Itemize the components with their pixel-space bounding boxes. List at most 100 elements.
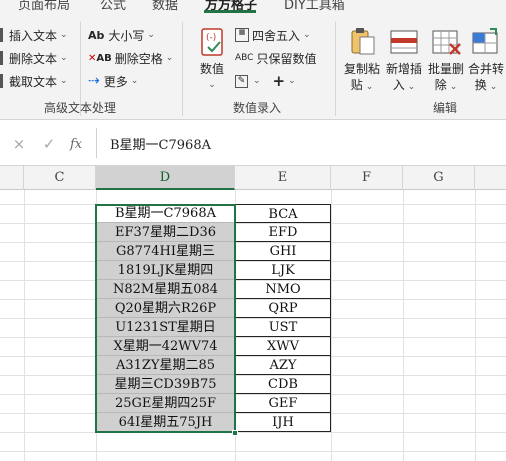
batch-delete-label-2: 除 [434, 78, 447, 92]
group-label-number-entry: 数值录入 [233, 101, 282, 115]
cell-e[interactable]: XWV [235, 337, 331, 356]
clipboard-icon [346, 26, 378, 58]
numeric-icon: (-) [196, 26, 228, 58]
spreadsheet-grid[interactable]: B星期一C7968A EF37星期二D36 G8774HI星期三 1819LJK星期四… [0, 190, 506, 461]
column-header-c[interactable]: C [24, 166, 96, 190]
batch-delete-icon [430, 26, 462, 58]
chevron-down-icon: ⌄ [449, 82, 458, 92]
cell-e[interactable]: UST [235, 318, 331, 337]
chevron-down-icon: ⌄ [407, 82, 416, 92]
chevron-down-icon: ⌄ [130, 76, 139, 86]
cell-e[interactable]: AZY [235, 356, 331, 375]
formula-bar-controls: × ✓ fx [0, 130, 96, 158]
keep-values-icon: ABC [235, 53, 254, 63]
grid-line [0, 432, 506, 433]
extract-text-label: 截取文本 [9, 74, 58, 89]
confirm-icon[interactable]: ✓ [38, 135, 60, 153]
insert-new-button[interactable]: 新增插 入 ⌄ [384, 26, 424, 95]
round-button[interactable]: ▦ 四舍五入 ⌄ [235, 26, 311, 44]
delete-text-button[interactable]: 删除文本 ⌄ [0, 49, 68, 67]
svg-text:(-): (-) [206, 33, 216, 43]
tab-data[interactable]: 数据 [152, 0, 178, 13]
group-label-advanced-text: 高级文本处理 [44, 101, 117, 115]
numeric-label: 数值 [199, 62, 224, 76]
remove-spaces-label: 删除空格 [114, 51, 163, 66]
numeric-button[interactable]: (-) 数值 ⌄ [192, 26, 232, 93]
formula-bar: × ✓ fx B星期一C7968A [0, 120, 506, 166]
edit-icon[interactable]: ✎ [235, 74, 248, 88]
cancel-icon[interactable]: × [8, 135, 30, 153]
cell-e[interactable]: BCA [235, 204, 331, 223]
case-button[interactable]: Ab 大小写 ⌄ [88, 26, 155, 44]
chevron-down-icon: ⌄ [165, 53, 174, 63]
cell-e[interactable]: CDB [235, 375, 331, 394]
batch-delete-button[interactable]: 批量删 除 ⌄ [426, 26, 466, 95]
copy-paste-button[interactable]: 复制粘 贴 ⌄ [342, 26, 382, 95]
cell-e[interactable]: GHI [235, 242, 331, 261]
insert-function-icon[interactable]: fx [70, 137, 82, 152]
insert-new-label: 新增插 [385, 62, 422, 76]
column-header-b[interactable] [0, 166, 24, 190]
cell-e[interactable]: LJK [235, 261, 331, 280]
chevron-down-icon: ⌄ [489, 82, 498, 92]
cell-e[interactable]: GEF [235, 394, 331, 413]
chevron-down-icon: ⌄ [365, 82, 374, 92]
more-icon: ⇢ [88, 73, 100, 89]
column-headers: C D E F G [0, 166, 506, 190]
case-label: 大小写 [108, 28, 145, 43]
merge-convert-button[interactable]: 合并转 换 ⌄ [466, 26, 506, 95]
cell-e[interactable]: QRP [235, 299, 331, 318]
grid-line [24, 190, 25, 461]
batch-delete-label: 批量删 [427, 62, 464, 76]
insert-text-label: 插入文本 [9, 28, 58, 43]
tab-formulas[interactable]: 公式 [100, 0, 126, 13]
round-label: 四舍五入 [252, 28, 301, 43]
insert-new-label-2: 入 [392, 78, 405, 92]
grid-line [403, 190, 404, 461]
chevron-down-icon: ⌄ [147, 30, 155, 40]
chevron-down-icon[interactable]: ⌄ [288, 76, 296, 86]
formula-input[interactable]: B星期一C7968A [110, 134, 211, 153]
chevron-down-icon: ⌄ [208, 80, 216, 90]
tab-diy-toolbox[interactable]: DIY工具箱 [284, 0, 345, 13]
case-icon: Ab [88, 28, 105, 42]
cell-e[interactable]: IJH [235, 413, 331, 432]
active-tab-indicator [204, 10, 256, 13]
merge-convert-label-2: 换 [474, 78, 487, 92]
selection-border [95, 204, 236, 433]
grid-line [475, 190, 476, 461]
chevron-down-icon[interactable]: ⌄ [253, 76, 261, 86]
column-header-e[interactable]: E [235, 166, 331, 190]
plus-icon[interactable]: + [273, 72, 286, 90]
round-icon: ▦ [235, 28, 249, 42]
fill-handle[interactable] [232, 430, 238, 436]
column-header-g[interactable]: G [403, 166, 475, 190]
insert-rows-icon [388, 26, 420, 58]
chevron-down-icon: ⌄ [303, 30, 311, 40]
divider [96, 128, 97, 158]
ribbon: 页面布局 公式 数据 方方格子 DIY工具箱 插入文本 ⌄ 删除文本 ⌄ 截取文… [0, 0, 506, 120]
insert-text-icon [0, 28, 3, 42]
extract-text-button[interactable]: 截取文本 ⌄ [0, 72, 68, 90]
copy-paste-label-2: 贴 [350, 78, 363, 92]
grid-line [0, 451, 506, 452]
column-header-d[interactable]: D [96, 166, 235, 190]
remove-spaces-icon: ✕AB [88, 52, 112, 64]
insert-text-button[interactable]: 插入文本 ⌄ [0, 26, 68, 44]
keep-values-button[interactable]: ABC 只保留数值 [235, 49, 316, 67]
cell-e[interactable]: NMO [235, 280, 331, 299]
more-button[interactable]: ⇢ 更多 ⌄ [88, 72, 138, 90]
divider [182, 22, 183, 116]
group-label-edit: 编辑 [433, 101, 458, 115]
cell-e[interactable]: EFD [235, 223, 331, 242]
tab-page-layout[interactable]: 页面布局 [18, 0, 70, 13]
number-tools-row: ✎ ⌄ + ⌄ [235, 72, 296, 90]
remove-spaces-button[interactable]: ✕AB 删除空格 ⌄ [88, 49, 173, 67]
keep-values-label: 只保留数值 [256, 51, 317, 66]
column-header-f[interactable]: F [331, 166, 403, 190]
chevron-down-icon: ⌄ [60, 76, 68, 86]
delete-text-label: 删除文本 [9, 51, 58, 66]
grid-line [331, 190, 332, 461]
extract-text-icon [0, 74, 3, 88]
divider [335, 22, 336, 116]
